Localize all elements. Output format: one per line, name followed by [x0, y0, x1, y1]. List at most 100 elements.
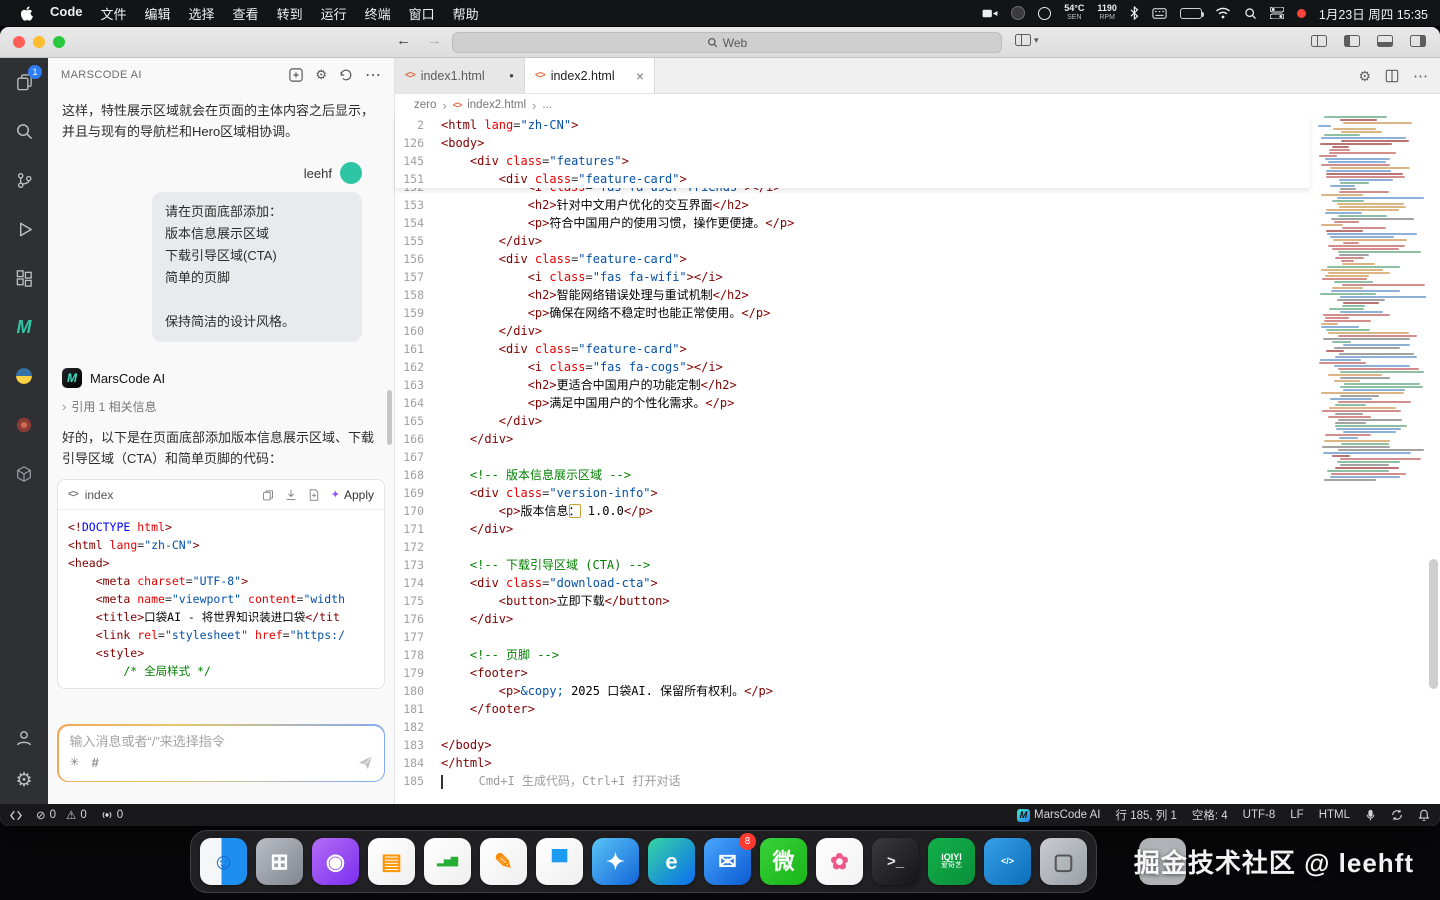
zoom-window-button[interactable] — [53, 36, 65, 48]
code-line[interactable]: 161<div class="feature-card"> — [395, 340, 1310, 358]
cursor-position[interactable]: 行 185, 列 1 — [1116, 807, 1177, 823]
camera-icon[interactable] — [982, 7, 998, 20]
package-ext-icon[interactable] — [12, 462, 36, 486]
dock-item-finder[interactable]: ☺ — [200, 838, 247, 885]
source-control-icon[interactable] — [12, 168, 36, 192]
dock-item-numbers[interactable]: ▂▅▇ — [424, 838, 471, 885]
menu-item-2[interactable]: 编辑 — [136, 4, 180, 23]
dock-item-wechat[interactable]: 微 — [760, 838, 807, 885]
code-line[interactable]: 155</div> — [395, 232, 1310, 250]
menu-item-1[interactable]: 文件 — [92, 4, 136, 23]
code-line[interactable]: 175<button>立即下载</button> — [395, 592, 1310, 610]
code-line[interactable]: <title>口袋AI - 将世界知识装进口袋</tit — [68, 608, 374, 626]
problems-indicator[interactable]: ⊘0 ⚠0 — [36, 808, 87, 822]
menu-item-0[interactable]: Code — [41, 4, 92, 23]
code-line[interactable]: 184</html> — [395, 754, 1310, 772]
code-line[interactable]: 152<i class="fas fa-user-friends"></i> — [395, 188, 1310, 196]
breadcrumb-file[interactable]: index2.html — [467, 99, 526, 111]
code-line[interactable]: 153<h2>针对中文用户优化的交互界面</h2> — [395, 196, 1310, 214]
more-actions-icon[interactable]: ⋯ — [365, 65, 381, 85]
menu-item-3[interactable]: 选择 — [180, 4, 224, 23]
code-line[interactable]: 180<p>&copy; 2025 口袋AI. 保留所有权利。</p> — [395, 682, 1310, 700]
extensions-icon[interactable] — [12, 266, 36, 290]
language-mode[interactable]: HTML — [1319, 809, 1350, 821]
code-line[interactable]: 178<!-- 页脚 --> — [395, 646, 1310, 664]
close-tab-icon[interactable]: × — [636, 68, 644, 84]
code-line[interactable]: 171</div> — [395, 520, 1310, 538]
python-icon[interactable] — [12, 364, 36, 388]
new-file-icon[interactable] — [308, 489, 320, 501]
code-line[interactable]: 158<h2>智能网络错误处理与重试机制</h2> — [395, 286, 1310, 304]
code-editor[interactable]: 2<html lang="zh-CN">126<body>145<div cla… — [395, 116, 1440, 804]
code-line[interactable]: 176</div> — [395, 610, 1310, 628]
menu-item-8[interactable]: 窗口 — [400, 4, 444, 23]
breadcrumb-symbol[interactable]: ... — [542, 99, 552, 111]
code-line[interactable]: 157<i class="fas fa-wifi"></i> — [395, 268, 1310, 286]
fan-rpm-widget[interactable]: 1190 RPM — [1097, 4, 1117, 22]
remote-indicator[interactable] — [10, 810, 22, 821]
code-line[interactable]: 162<i class="fas fa-cogs"></i> — [395, 358, 1310, 376]
back-button[interactable]: ← — [396, 32, 411, 49]
voice-icon[interactable] — [1365, 809, 1376, 822]
code-line[interactable]: 156<div class="feature-card"> — [395, 250, 1310, 268]
code-line[interactable]: <html lang="zh-CN"> — [68, 536, 374, 554]
dock-item-terminal[interactable]: >_ — [872, 838, 919, 885]
dock-item-pages[interactable]: ✎ — [480, 838, 527, 885]
code-line[interactable]: 166</div> — [395, 430, 1310, 448]
dock-item-vscode[interactable]: </> — [984, 838, 1031, 885]
indentation[interactable]: 空格: 4 — [1192, 807, 1228, 823]
chat-settings-icon[interactable]: ⚙ — [315, 67, 327, 83]
code-line[interactable]: 185Cmd+I 生成代码，Ctrl+I 打开对话 — [395, 772, 1310, 790]
dock-item-keynote[interactable]: ▀ — [536, 838, 583, 885]
dock-item-mail[interactable]: ✉8 — [704, 838, 751, 885]
chat-scroll-area[interactable]: 这样，特性展示区域就会在页面的主体内容之后显示，并且与现有的导航栏和Hero区域… — [48, 92, 394, 724]
code-line[interactable]: 126<body> — [395, 134, 1310, 152]
encoding[interactable]: UTF-8 — [1243, 809, 1276, 821]
apple-menu-icon[interactable] — [12, 6, 41, 21]
copy-icon[interactable] — [262, 489, 274, 501]
code-line[interactable]: 182 — [395, 718, 1310, 736]
code-line[interactable]: 174<div class="download-cta"> — [395, 574, 1310, 592]
tab-index1.html[interactable]: <>index1.html● — [395, 58, 525, 93]
code-line[interactable]: 151<div class="feature-card"> — [395, 170, 1310, 188]
menu-item-6[interactable]: 运行 — [312, 4, 356, 23]
menu-item-9[interactable]: 帮助 — [444, 4, 488, 23]
bluetooth-icon[interactable] — [1130, 6, 1139, 20]
menubar-clock[interactable]: 1月23日 周四 15:35 — [1319, 4, 1428, 23]
minimap[interactable] — [1316, 116, 1426, 494]
menu-item-4[interactable]: 查看 — [224, 4, 268, 23]
code-line[interactable]: 165</div> — [395, 412, 1310, 430]
dock-item-books[interactable]: ▤ — [368, 838, 415, 885]
dock-item-gray-app[interactable]: ▢ — [1040, 838, 1087, 885]
explorer-icon[interactable]: 1 — [12, 70, 36, 94]
menu-item-7[interactable]: 终端 — [356, 4, 400, 23]
breadcrumb-folder[interactable]: zero — [414, 99, 436, 111]
chat-input[interactable] — [70, 734, 373, 749]
dock-item-edge[interactable]: e — [648, 838, 695, 885]
send-icon[interactable] — [358, 755, 373, 770]
insert-code-icon[interactable] — [285, 489, 297, 501]
code-line[interactable]: 168<!-- 版本信息展示区域 --> — [395, 466, 1310, 484]
split-editor-icon[interactable] — [1385, 69, 1399, 83]
toggle-columns-icon[interactable] — [1311, 35, 1327, 47]
toggle-sidebar-right-icon[interactable] — [1410, 35, 1426, 47]
code-line[interactable]: 170<p>版本信息： 1.0.0</p> — [395, 502, 1310, 520]
bell-icon[interactable] — [1418, 809, 1430, 822]
keyboard-icon[interactable] — [1152, 8, 1167, 19]
code-line[interactable]: 172 — [395, 538, 1310, 556]
run-debug-icon[interactable] — [12, 217, 36, 241]
forward-button[interactable]: → — [427, 32, 442, 49]
code-line[interactable]: 179<footer> — [395, 664, 1310, 682]
toggle-panel-bottom-icon[interactable] — [1377, 35, 1393, 47]
sidebar-scrollbar[interactable] — [387, 390, 392, 445]
skills-icon[interactable]: ✳ — [70, 755, 80, 769]
code-line[interactable]: 163<h2>更适合中国用户的功能定制</h2> — [395, 376, 1310, 394]
code-line[interactable]: 177 — [395, 628, 1310, 646]
close-window-button[interactable] — [13, 36, 25, 48]
account-icon[interactable] — [12, 726, 36, 750]
marscode-status-item[interactable]: M MarsCode AI — [1017, 809, 1100, 822]
dock-item-podcasts[interactable]: ◉ — [312, 838, 359, 885]
vpn-status-icon[interactable] — [1011, 6, 1025, 20]
control-center-icon[interactable] — [1270, 7, 1284, 19]
database-ext-icon[interactable] — [12, 413, 36, 437]
